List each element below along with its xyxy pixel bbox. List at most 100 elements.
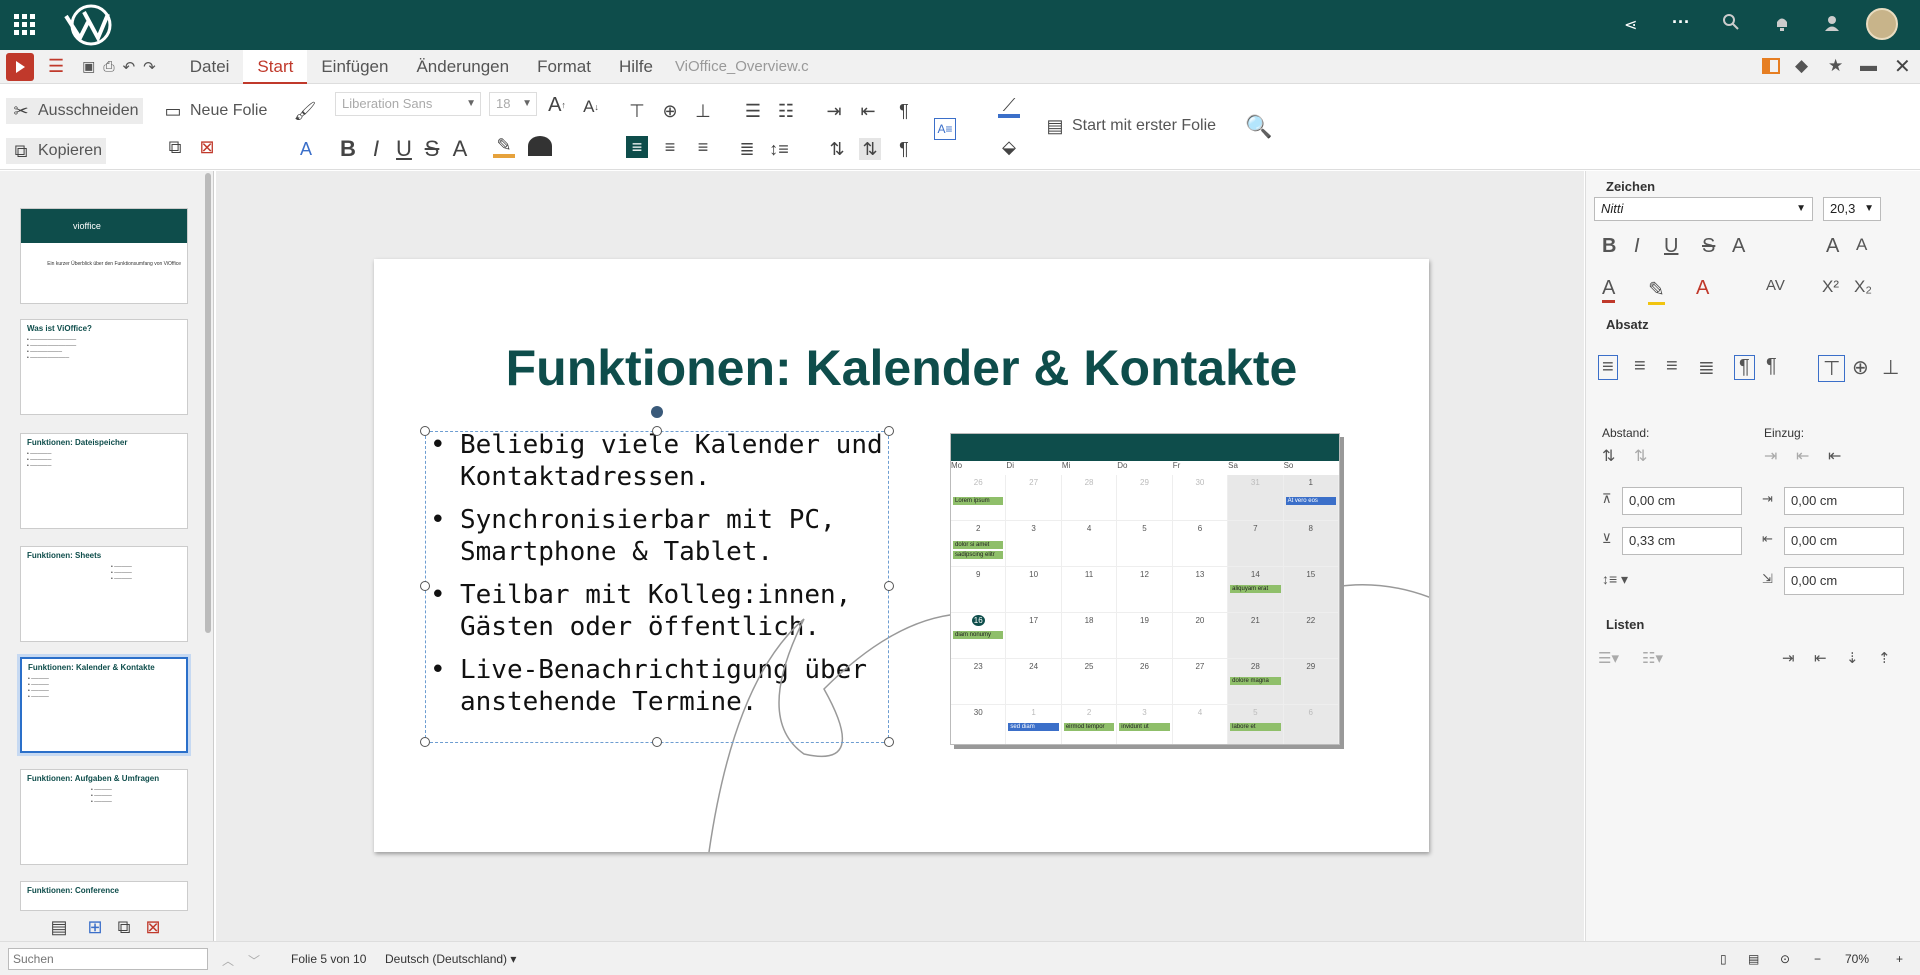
- align-right-icon[interactable]: ≡: [1666, 355, 1678, 378]
- space-above-field[interactable]: 0,00 cm: [1622, 487, 1742, 515]
- highlight-icon[interactable]: ✎: [493, 135, 515, 158]
- language-select[interactable]: Deutsch (Deutschland) ▾: [385, 952, 516, 966]
- section-listen[interactable]: Listen: [1606, 617, 1644, 632]
- para-spacing-up-icon[interactable]: ⇅: [1602, 446, 1615, 466]
- align-left-icon[interactable]: ≡: [626, 136, 648, 158]
- print-icon[interactable]: ⎙: [103, 58, 114, 75]
- font-color-icon[interactable]: A: [1602, 277, 1616, 303]
- align-bottom-icon[interactable]: ⊥: [692, 100, 714, 122]
- line-spacing-icon[interactable]: ↕≡ ▾: [1602, 571, 1628, 588]
- underline-icon[interactable]: U: [1664, 235, 1678, 258]
- delete-slide-icon[interactable]: ⊠: [142, 916, 164, 938]
- indent-increase-icon[interactable]: ⇥: [1764, 446, 1777, 466]
- numbered-list-icon[interactable]: ☷: [775, 100, 797, 122]
- menu-start[interactable]: Start: [243, 49, 308, 84]
- numbered-list-icon[interactable]: ☷▾: [1642, 649, 1663, 667]
- delete-slide-icon[interactable]: ⊠: [196, 136, 218, 158]
- align-left-icon[interactable]: ≡: [1598, 355, 1618, 380]
- ltr-icon[interactable]: ¶: [1734, 355, 1755, 380]
- line-color-icon[interactable]: ⟋: [998, 95, 1020, 118]
- clone-format-icon[interactable]: 🖌: [294, 100, 317, 122]
- font-name-select[interactable]: Liberation Sans ▼: [335, 92, 481, 116]
- style-icon[interactable]: ★: [1828, 56, 1843, 76]
- highlight-icon[interactable]: ✎: [1648, 277, 1665, 305]
- font-color-icon[interactable]: [528, 136, 552, 156]
- cut-button[interactable]: ✂ Ausschneiden: [6, 98, 143, 124]
- add-slide-icon[interactable]: ⊞: [84, 916, 106, 938]
- resize-handle[interactable]: [420, 426, 430, 436]
- slide-view-icon[interactable]: ▯: [1720, 952, 1727, 966]
- slide-layout-icon[interactable]: ▤: [48, 916, 70, 938]
- outline-view-icon[interactable]: ▤: [1748, 952, 1759, 966]
- hanging-indent-icon[interactable]: ⇤: [1828, 446, 1841, 466]
- justify-icon[interactable]: ≣: [736, 138, 758, 160]
- ltr-icon[interactable]: ¶: [893, 100, 915, 122]
- share-icon[interactable]: ⋖: [1624, 15, 1637, 35]
- fill-color-icon[interactable]: ⬙: [998, 136, 1020, 158]
- slide-thumb-5[interactable]: Funktionen: Kalender & Kontakte • ───── •…: [17, 654, 191, 756]
- indent-after-field[interactable]: 0,00 cm: [1784, 527, 1904, 555]
- contacts-icon[interactable]: [1823, 14, 1841, 32]
- user-avatar[interactable]: [1866, 8, 1898, 40]
- font-size-field[interactable]: 20,3 ▼: [1823, 197, 1881, 221]
- rtl-icon[interactable]: ¶: [893, 138, 915, 160]
- slide-thumb-2[interactable]: Was ist ViOffice? • ───────────── • ─────…: [20, 319, 188, 415]
- zoom-fit-icon[interactable]: ⊙: [1780, 952, 1790, 966]
- justify-icon[interactable]: ≣: [1698, 355, 1715, 380]
- shrink-font-icon[interactable]: A ↓: [580, 96, 602, 118]
- menu-datei[interactable]: Datei: [176, 50, 244, 84]
- redo-icon[interactable]: ↷: [143, 58, 156, 76]
- menu-einfuegen[interactable]: Einfügen: [307, 50, 402, 84]
- bell-icon[interactable]: [1774, 14, 1790, 32]
- underline-icon[interactable]: U: [393, 136, 415, 161]
- menu-aenderungen[interactable]: Änderungen: [402, 50, 523, 84]
- strikethrough-icon[interactable]: S: [1702, 235, 1715, 258]
- hamburger-icon[interactable]: ☰: [48, 56, 64, 77]
- slide-thumb-4[interactable]: Funktionen: Sheets • ───── • ───── • ─────: [20, 546, 188, 642]
- menu-hilfe[interactable]: Hilfe: [605, 50, 667, 84]
- align-center-icon[interactable]: ≡: [1634, 355, 1646, 378]
- subscript-icon[interactable]: X₂: [1854, 277, 1872, 297]
- compact-toolbar-icon[interactable]: ▬: [1860, 56, 1877, 76]
- align-center-icon[interactable]: ≡: [659, 136, 681, 158]
- section-zeichen[interactable]: Zeichen: [1606, 179, 1655, 194]
- line-spacing-icon[interactable]: ↕≡: [768, 138, 790, 160]
- font-name-field[interactable]: Nitti ▼: [1594, 197, 1813, 221]
- slide-title[interactable]: Funktionen: Kalender & Kontakte: [374, 339, 1429, 397]
- bold-icon[interactable]: B: [1602, 235, 1616, 258]
- resize-handle[interactable]: [884, 581, 894, 591]
- resize-handle[interactable]: [884, 737, 894, 747]
- new-slide-button[interactable]: ▭ Neue Folie: [162, 100, 267, 122]
- resize-handle[interactable]: [652, 426, 662, 436]
- zoom-in-icon[interactable]: +: [1896, 952, 1903, 966]
- undo-icon[interactable]: ↶: [123, 58, 136, 76]
- font-size-select[interactable]: 18 ▼: [489, 92, 537, 116]
- slide-thumb-7[interactable]: Funktionen: Conference: [20, 881, 188, 911]
- slide-pane-scrollbar[interactable]: [205, 173, 211, 633]
- resize-handle[interactable]: [652, 737, 662, 747]
- find-replace-icon[interactable]: 🔍: [1245, 114, 1272, 139]
- textbox-icon[interactable]: A≡: [934, 118, 956, 140]
- first-line-indent-field[interactable]: 0,00 cm: [1784, 567, 1904, 595]
- file-name[interactable]: ViOffice_Overview.c: [675, 58, 809, 75]
- superscript-icon[interactable]: X²: [1822, 277, 1839, 297]
- demote-icon[interactable]: ⇤: [1814, 649, 1827, 667]
- clear-format-icon[interactable]: A: [295, 138, 317, 160]
- duplicate-slide-icon[interactable]: ⧉: [113, 916, 135, 938]
- section-absatz[interactable]: Absatz: [1606, 317, 1649, 332]
- apps-grid-icon[interactable]: [14, 14, 36, 36]
- para-spacing-up-icon[interactable]: ⇅: [826, 138, 848, 160]
- save-icon[interactable]: ▣: [82, 58, 95, 75]
- search-input[interactable]: [8, 948, 208, 970]
- rtl-icon[interactable]: ¶: [1766, 355, 1777, 378]
- align-middle-icon[interactable]: ⊕: [1852, 355, 1869, 380]
- bullet-list-icon[interactable]: ☰▾: [1598, 649, 1619, 667]
- move-down-icon[interactable]: ⇣: [1846, 649, 1859, 667]
- space-below-field[interactable]: 0,33 cm: [1622, 527, 1742, 555]
- zoom-out-icon[interactable]: −: [1814, 952, 1821, 966]
- close-icon[interactable]: ✕: [1894, 54, 1911, 79]
- indent-decrease-icon[interactable]: ⇤: [1796, 446, 1809, 466]
- start-first-slide-button[interactable]: ▤ Start mit erster Folie: [1044, 115, 1216, 137]
- decrease-indent-icon[interactable]: ⇤: [857, 100, 879, 122]
- app-logo-icon[interactable]: [6, 52, 34, 81]
